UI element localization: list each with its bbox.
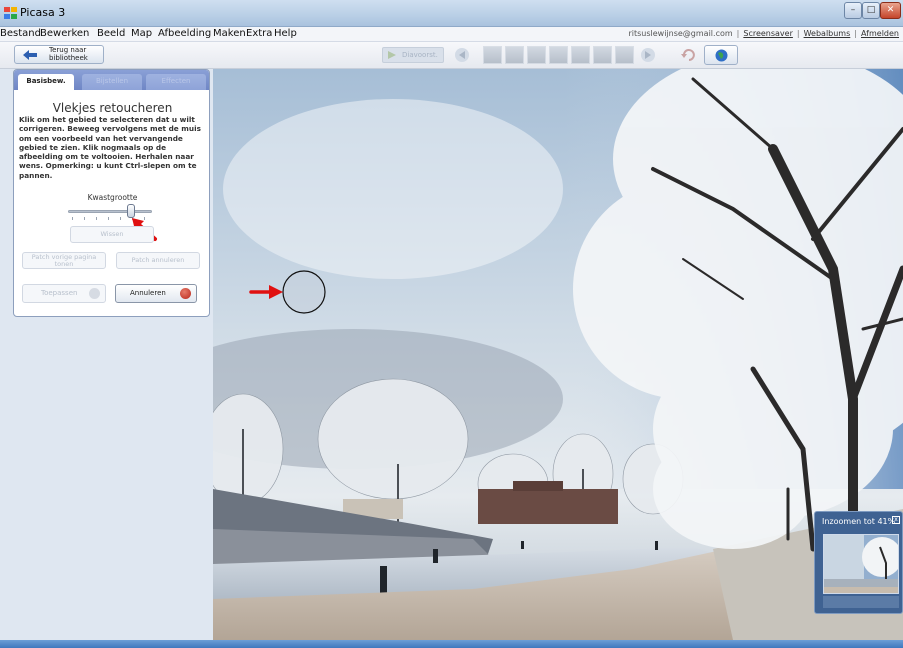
brush-size-slider[interactable]	[68, 210, 152, 213]
window-title: Picasa 3	[20, 6, 66, 19]
retouch-card: Basisbew. Bijstellen Effecten Vlekjes re…	[13, 69, 210, 317]
zoom-thumbnail-image	[824, 535, 898, 593]
cancel-icon	[180, 288, 191, 299]
brush-size-thumb[interactable]	[127, 204, 135, 218]
cancel-label: Annuleren	[130, 289, 166, 297]
winter-landscape-photo	[213, 69, 903, 640]
slider-tick	[72, 217, 73, 220]
account-links: ritsuslewijnse@gmail.com | Screensaver | Web…	[628, 29, 899, 38]
zoom-thumbnail[interactable]	[823, 534, 899, 594]
wissen-button[interactable]: Wissen	[70, 226, 154, 243]
signout-link[interactable]: Afmelden	[861, 29, 899, 38]
status-bar	[0, 640, 903, 648]
checkmark-icon	[89, 288, 100, 299]
slider-tick	[84, 217, 85, 220]
zoom-slider-area[interactable]	[823, 596, 899, 608]
filmstrip-thumb-7[interactable]	[615, 46, 634, 64]
zoom-label: Inzoomen tot 41%	[822, 517, 896, 526]
undo-icon[interactable]	[681, 48, 695, 62]
edit-panel: Basisbew. Bijstellen Effecten Vlekjes re…	[0, 69, 213, 640]
menu-map[interactable]: Map	[131, 28, 152, 39]
retouch-title: Vlekjes retoucheren	[52, 101, 173, 115]
minimize-button[interactable]: –	[844, 2, 862, 19]
globe-button[interactable]	[704, 45, 738, 65]
play-icon	[388, 51, 396, 59]
filmstrip-thumb-6[interactable]	[593, 46, 612, 64]
slider-tick	[108, 217, 109, 220]
apply-label: Toepassen	[41, 289, 78, 297]
globe-icon	[715, 49, 728, 62]
filmstrip-thumb-5[interactable]	[571, 46, 590, 64]
filmstrip-thumb-1[interactable]	[483, 46, 502, 64]
tab-basisbew[interactable]: Basisbew.	[18, 74, 74, 90]
next-icon[interactable]	[640, 47, 656, 63]
menu-bewerken[interactable]: Bewerken	[40, 28, 89, 39]
slider-tick	[96, 217, 97, 220]
brush-size-label: Kwastgrootte	[87, 193, 138, 202]
maximize-button[interactable]: □	[862, 2, 880, 19]
menu-bestand[interactable]: Bestand	[0, 28, 41, 39]
account-email: ritsuslewijnse@gmail.com	[628, 29, 733, 38]
toolbar: Terug naar bibliotheek Diavoorst.	[0, 42, 903, 69]
filmstrip-thumb-3[interactable]	[527, 46, 546, 64]
filmstrip-thumb-4[interactable]	[549, 46, 568, 64]
cancel-button[interactable]: Annuleren	[115, 284, 197, 303]
tab-effecten[interactable]: Effecten	[146, 74, 206, 90]
zoom-close-icon[interactable]: x	[892, 516, 900, 524]
back-button-label: Terug naar bibliotheek	[49, 46, 88, 62]
red-annotation-arrow-photo	[249, 285, 283, 299]
title-bar: Picasa 3 – □ ✕	[0, 0, 903, 27]
photo-canvas[interactable]	[213, 69, 903, 640]
menu-bar: Bestand Bewerken Beeld Map Afbeelding Ma…	[0, 27, 903, 42]
retouch-description: Klik om het gebied te selecteren dat u w…	[19, 115, 201, 180]
menu-help[interactable]: Help	[274, 28, 297, 39]
picasa-app-icon	[4, 7, 17, 19]
prev-icon[interactable]	[454, 47, 470, 63]
slider-tick	[120, 217, 121, 220]
webalbums-link[interactable]: Webalbums	[804, 29, 851, 38]
filmstrip-thumb-2[interactable]	[505, 46, 524, 64]
patch-cancel-button[interactable]: Patch annuleren	[116, 252, 200, 269]
screensaver-link[interactable]: Screensaver	[743, 29, 793, 38]
retouch-brush-cursor	[282, 270, 326, 314]
patch-previous-button[interactable]: Patch vorige pagina tonen	[22, 252, 106, 269]
menu-beeld[interactable]: Beeld	[97, 28, 125, 39]
slideshow-label: Diavoorst.	[402, 51, 438, 59]
menu-extra[interactable]: Extra	[246, 28, 272, 39]
close-button[interactable]: ✕	[880, 2, 901, 19]
menu-afbeelding[interactable]: Afbeelding	[158, 28, 211, 39]
back-arrow-icon	[23, 50, 37, 60]
apply-button[interactable]: Toepassen	[22, 284, 106, 303]
zoom-navigator: Inzoomen tot 41% x	[814, 511, 903, 614]
tab-bijstellen[interactable]: Bijstellen	[82, 74, 142, 90]
back-to-library-button[interactable]: Terug naar bibliotheek	[14, 45, 104, 64]
edit-tabs: Basisbew. Bijstellen Effecten	[14, 70, 209, 90]
menu-maken[interactable]: Maken	[213, 28, 246, 39]
